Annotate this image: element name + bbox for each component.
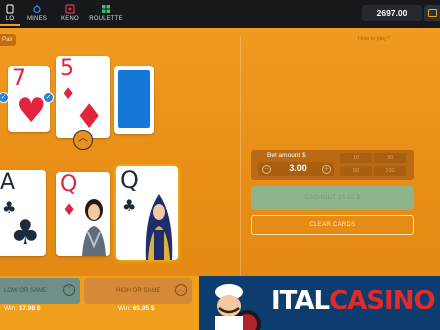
queen-portrait-icon	[145, 194, 173, 260]
high-or-same-label: HIGH OR SAME	[116, 288, 161, 294]
card-rank: Q	[120, 166, 139, 194]
mines-icon	[33, 4, 41, 14]
quick-bet-30[interactable]: 30	[374, 153, 406, 163]
quick-bet-100[interactable]: 100	[374, 166, 406, 176]
card-back-pattern	[118, 70, 150, 128]
queen-portrait-icon	[82, 199, 106, 256]
low-win-value: 17.98 $	[18, 305, 41, 312]
nav-keno[interactable]: KENO	[58, 2, 82, 26]
club-suit-icon: ♣	[122, 196, 137, 215]
high-win-value: 65.95 $	[132, 305, 155, 312]
how-to-play-link[interactable]: How to play?	[358, 36, 390, 42]
card-rank: 5	[60, 56, 74, 81]
quick-bet-10[interactable]: 10	[340, 153, 372, 163]
card-rank: A	[0, 170, 16, 195]
low-win-amount: Win: 17.98 $	[4, 305, 41, 312]
nav-keno-label: KENO	[61, 16, 79, 22]
nav-roulette[interactable]: ROULETTE	[86, 2, 126, 26]
nav-hilo-label: LO	[5, 16, 15, 22]
card-rank: Q	[60, 172, 78, 197]
check-icon: ✓	[43, 92, 54, 103]
current-card-5-diamonds: 5 ♦ ♦	[56, 56, 110, 138]
italcasino-logo: ITALCASINO	[271, 286, 436, 316]
quick-bet-50[interactable]: 50	[340, 166, 372, 176]
balance-display: 2697.00	[362, 5, 422, 21]
mascot-chef-icon	[215, 284, 261, 330]
brand-part-ital: ITAL	[271, 286, 330, 316]
chevron-down-icon: ﹀	[63, 284, 75, 296]
heart-suit-icon: ♥	[16, 91, 47, 131]
pair-tab[interactable]: Pair	[0, 34, 16, 46]
chevron-up-icon[interactable]: ︿	[73, 130, 93, 150]
nav-mines-label: MINES	[26, 16, 47, 22]
high-win-amount: Win: 65.95 $	[118, 305, 155, 312]
keno-icon	[65, 4, 75, 14]
top-nav-bar: LO MINES KENO ROULETTE 2697.00	[0, 0, 440, 28]
bet-amount-label: Bet amount $	[267, 152, 306, 159]
diamond-suit-large-icon: ♦	[74, 97, 105, 137]
wallet-button[interactable]	[424, 5, 440, 21]
high-win-prefix: Win:	[118, 305, 131, 312]
nav-roulette-label: ROULETTE	[89, 16, 123, 22]
wallet-icon	[428, 9, 437, 17]
bet-amount-value[interactable]: 3.00	[278, 163, 318, 173]
hilo-icon	[6, 4, 14, 14]
diamond-suit-icon: ♦	[62, 200, 77, 219]
cashout-button[interactable]: CASHOUT 15.02 $	[251, 186, 414, 210]
clear-cards-button[interactable]: CLEAR CARDS	[251, 215, 414, 235]
nav-mines[interactable]: MINES	[24, 2, 50, 26]
roulette-icon	[102, 5, 110, 13]
hand-card-queen-diamonds: Q ♦	[56, 172, 110, 256]
club-suit-large-icon: ♣	[10, 213, 41, 253]
low-win-prefix: Win:	[4, 305, 17, 312]
italcasino-banner[interactable]: ITALCASINO	[199, 276, 440, 330]
nav-hilo[interactable]: LO	[0, 2, 20, 26]
decrease-bet-button[interactable]: −	[262, 165, 271, 174]
brand-part-casino: CASINO	[329, 286, 435, 316]
deck-card-back	[114, 66, 154, 134]
card-rank: 7	[12, 66, 26, 91]
low-or-same-label: LOW OR SAME	[4, 288, 48, 294]
panel-divider	[240, 36, 241, 276]
increase-bet-button[interactable]: +	[322, 165, 331, 174]
hand-card-ace-clubs: A ♣ ♣	[0, 170, 46, 256]
hand-card-queen-clubs: Q ♣	[116, 166, 178, 260]
chevron-up-icon: ︿	[175, 284, 187, 296]
